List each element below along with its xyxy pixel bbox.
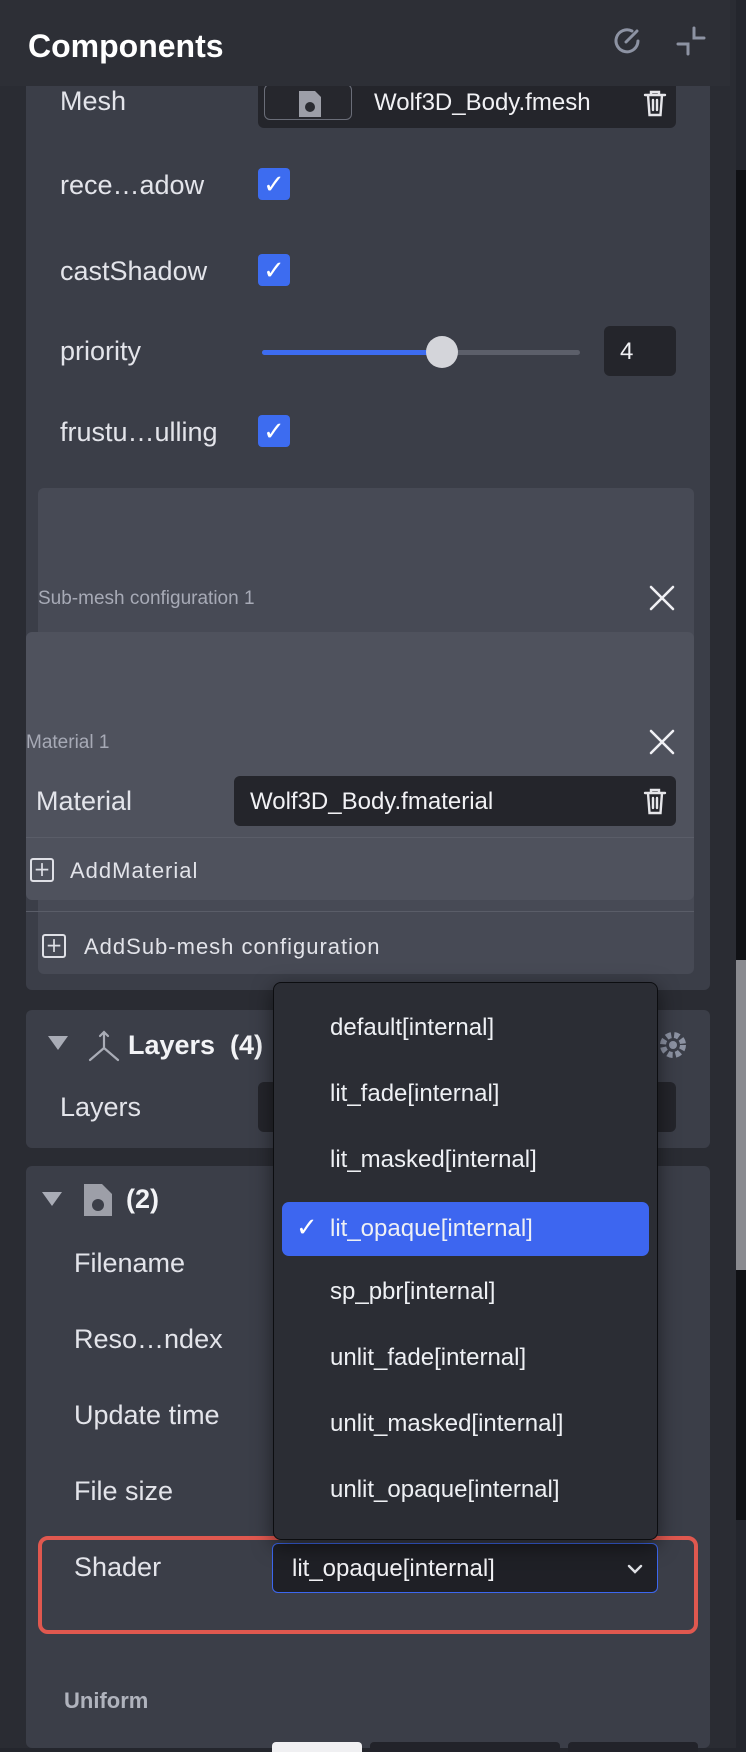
uniform-tab[interactable] bbox=[272, 1742, 362, 1752]
priority-slider-thumb[interactable] bbox=[426, 336, 458, 368]
shader-dropdown-menu: default[internal] lit_fade[internal] lit… bbox=[273, 982, 658, 1540]
material-component-count: (2) bbox=[126, 1184, 159, 1214]
filename-label: Filename bbox=[74, 1248, 186, 1278]
update-time-label: Update time bbox=[74, 1400, 220, 1430]
material-label: Material bbox=[36, 786, 133, 816]
axes-icon bbox=[88, 1030, 120, 1062]
priority-slider-fill bbox=[262, 350, 442, 355]
dropdown-option[interactable]: unlit_masked[internal] bbox=[274, 1397, 657, 1451]
add-submesh-button[interactable]: + AddSub-mesh configuration bbox=[38, 922, 478, 966]
dropdown-option[interactable]: default[internal] bbox=[274, 1001, 657, 1055]
uniform-label: Uniform bbox=[64, 1688, 149, 1713]
collapse-icon[interactable] bbox=[674, 24, 708, 58]
uniform-tab[interactable] bbox=[370, 1742, 560, 1752]
cast-shadow-checkbox[interactable]: ✓ bbox=[258, 254, 290, 286]
priority-label: priority bbox=[60, 336, 142, 366]
mesh-value: Wolf3D_Body.fmesh bbox=[374, 89, 591, 116]
dropdown-option[interactable]: unlit_opaque[internal] bbox=[274, 1463, 657, 1517]
material-value: Wolf3D_Body.fmaterial bbox=[250, 788, 494, 815]
file-size-label: File size bbox=[74, 1476, 174, 1506]
layers-row-label: Layers bbox=[60, 1092, 142, 1122]
gear-icon[interactable] bbox=[656, 1028, 690, 1062]
submesh-title: Sub-mesh configuration 1 bbox=[38, 588, 255, 609]
divider bbox=[26, 837, 694, 838]
cast-shadow-label: castShadow bbox=[60, 256, 208, 286]
add-submesh-label: AddSub-mesh configuration bbox=[84, 934, 381, 959]
layers-count: (4) bbox=[230, 1030, 263, 1060]
close-icon[interactable] bbox=[647, 727, 677, 757]
trash-icon[interactable] bbox=[641, 786, 669, 816]
mesh-label: Mesh bbox=[60, 86, 127, 116]
frustum-culling-checkbox[interactable]: ✓ bbox=[258, 415, 290, 447]
dropdown-option[interactable]: unlit_fade[internal] bbox=[274, 1331, 657, 1385]
dropdown-option-selected[interactable]: ✓ lit_opaque[internal] bbox=[282, 1202, 649, 1256]
dropdown-option[interactable]: lit_fade[internal] bbox=[274, 1067, 657, 1121]
material-card-title: Material 1 bbox=[26, 732, 110, 753]
plus-icon: + bbox=[42, 934, 66, 958]
add-material-label: AddMaterial bbox=[70, 858, 199, 883]
receive-shadow-checkbox[interactable]: ✓ bbox=[258, 168, 290, 200]
material-collapse-icon[interactable] bbox=[42, 1192, 62, 1206]
file-icon bbox=[299, 91, 321, 117]
trash-icon[interactable] bbox=[641, 88, 669, 118]
chevron-down-icon bbox=[627, 1564, 643, 1574]
shader-label: Shader bbox=[74, 1552, 162, 1582]
divider bbox=[26, 911, 694, 912]
viewport-edge-light bbox=[736, 960, 746, 1270]
uniform-tab[interactable] bbox=[568, 1742, 698, 1752]
layers-title: Layers bbox=[128, 1030, 216, 1060]
frustum-culling-label: frustu…ulling bbox=[60, 417, 218, 447]
plus-icon: + bbox=[30, 858, 54, 882]
refresh-icon[interactable] bbox=[610, 24, 644, 58]
add-material-button[interactable]: + AddMaterial bbox=[26, 848, 426, 892]
mesh-thumbnail[interactable] bbox=[264, 84, 352, 120]
layers-collapse-icon[interactable] bbox=[48, 1036, 68, 1050]
resource-index-label: Reso…ndex bbox=[74, 1324, 223, 1354]
dropdown-option[interactable]: lit_masked[internal] bbox=[274, 1133, 657, 1187]
close-icon[interactable] bbox=[647, 583, 677, 613]
priority-value: 4 bbox=[620, 338, 634, 365]
priority-input[interactable] bbox=[604, 326, 676, 376]
viewport-edge bbox=[736, 170, 746, 1520]
dropdown-option[interactable]: sp_pbr[internal] bbox=[274, 1265, 657, 1319]
receive-shadow-label: rece…adow bbox=[60, 170, 205, 200]
panel-title: Components bbox=[28, 28, 224, 64]
file-icon bbox=[84, 1184, 112, 1216]
check-icon: ✓ bbox=[296, 1212, 318, 1242]
shader-select-value: lit_opaque[internal] bbox=[292, 1555, 495, 1582]
